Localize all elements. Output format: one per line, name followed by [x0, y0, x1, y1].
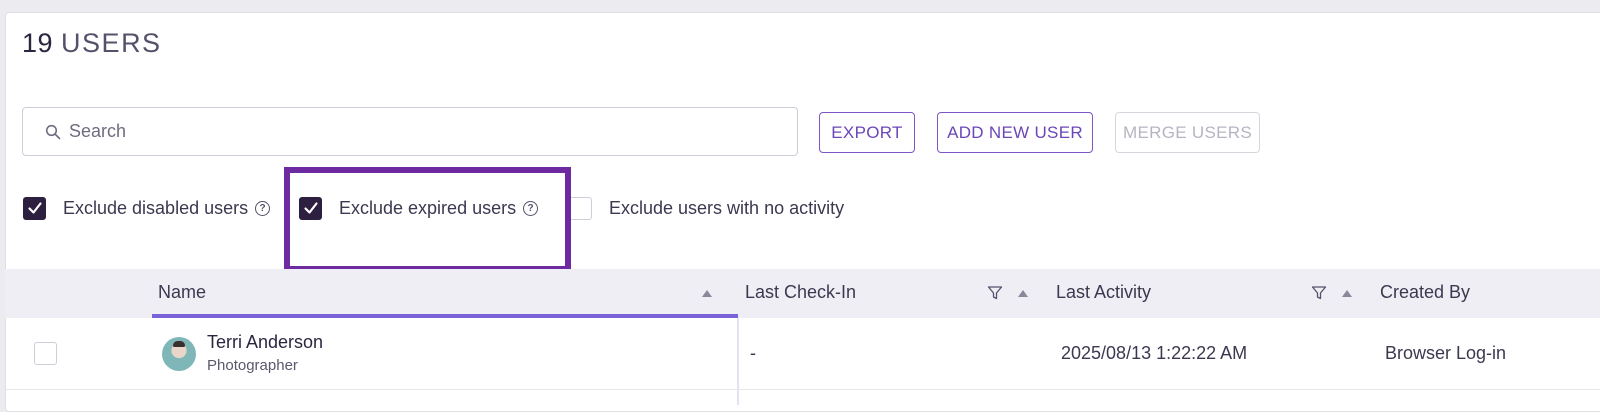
filter-icon[interactable] — [1311, 285, 1327, 301]
merge-users-button[interactable]: MERGE USERS — [1115, 112, 1260, 153]
column-header-last-activity[interactable]: Last Activity — [1056, 282, 1151, 303]
exclude-disabled-checkbox[interactable] — [23, 196, 46, 220]
filter-exclude-disabled[interactable]: Exclude disabled users ? — [23, 195, 271, 221]
exclude-no-activity-label: Exclude users with no activity — [609, 197, 845, 218]
search-placeholder: Search — [69, 121, 127, 141]
search-input[interactable]: Search — [22, 107, 798, 156]
user-name[interactable]: Terri Anderson — [207, 332, 323, 353]
exclude-no-activity-checkbox[interactable] — [569, 196, 592, 220]
cell-created-by: Browser Log-in — [1385, 343, 1507, 363]
row-select-checkbox[interactable] — [34, 342, 57, 365]
exclude-disabled-label: Exclude disabled users — [63, 197, 249, 218]
help-icon[interactable]: ? — [255, 200, 271, 216]
sort-asc-icon[interactable] — [702, 290, 712, 297]
page-title: 19 USERS — [22, 28, 162, 59]
user-role: Photographer — [207, 357, 298, 374]
sort-asc-icon[interactable] — [1018, 290, 1028, 297]
cell-last-activity: 2025/08/13 1:22:22 AM — [1061, 343, 1248, 363]
avatar — [162, 337, 196, 371]
user-count: 19 — [22, 28, 54, 58]
table-row[interactable] — [5, 318, 1600, 390]
check-icon — [27, 202, 42, 214]
export-button[interactable]: EXPORT — [819, 112, 915, 153]
column-header-last-checkin[interactable]: Last Check-In — [745, 282, 856, 303]
filter-icon[interactable] — [987, 285, 1003, 301]
page-title-label: USERS — [61, 28, 162, 58]
cell-last-checkin: - — [750, 343, 756, 363]
highlight-box — [284, 167, 571, 272]
column-header-created-by[interactable]: Created By — [1380, 282, 1470, 303]
search-icon — [45, 124, 61, 139]
column-header-name[interactable]: Name — [158, 282, 206, 303]
add-new-user-button[interactable]: ADD NEW USER — [937, 112, 1093, 153]
column-divider — [737, 318, 739, 405]
filter-exclude-no-activity[interactable]: Exclude users with no activity — [569, 195, 844, 221]
sort-asc-icon[interactable] — [1342, 290, 1352, 297]
